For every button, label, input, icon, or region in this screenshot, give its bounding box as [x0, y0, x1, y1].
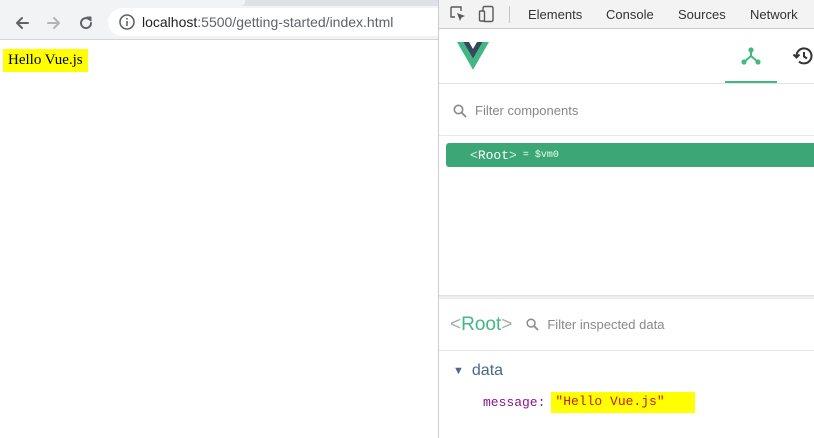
- info-icon[interactable]: [118, 13, 136, 31]
- search-icon: [526, 318, 540, 331]
- data-section-toggle[interactable]: ▼ data: [453, 362, 503, 380]
- component-name: Root: [477, 147, 510, 163]
- tab-elements[interactable]: Elements: [528, 7, 582, 22]
- tag-close-bracket: >: [509, 147, 517, 163]
- reload-button[interactable]: [73, 10, 99, 36]
- vue-logo-icon: [457, 42, 489, 70]
- toolbar-divider: [509, 6, 510, 23]
- back-arrow-icon: [16, 17, 29, 29]
- instance-label: = $vm0: [522, 149, 559, 161]
- data-section-label: data: [471, 362, 504, 379]
- devtools-panel: Elements Console Sources Network Filter …: [438, 0, 814, 438]
- address-bar[interactable]: localhost:5500/getting-started/index.htm…: [108, 8, 448, 36]
- reload-icon: [80, 16, 93, 30]
- url-path: :5500/getting-started/index.html: [197, 14, 394, 30]
- tree-item-root[interactable]: < Root > = $vm0: [446, 143, 814, 167]
- forward-button[interactable]: [41, 10, 67, 36]
- search-icon: [453, 104, 467, 118]
- url-host: localhost: [142, 14, 198, 30]
- page-content: Hello Vue.js: [0, 41, 438, 438]
- inspect-element-icon[interactable]: [449, 5, 467, 23]
- property-value[interactable]: "Hello Vue.js": [551, 392, 695, 413]
- data-property-row[interactable]: message : "Hello Vue.js": [483, 392, 695, 413]
- inspector-close-bracket: >: [501, 313, 513, 335]
- property-colon: :: [537, 395, 546, 410]
- history-icon[interactable]: [791, 44, 814, 68]
- tab-network[interactable]: Network: [750, 7, 798, 22]
- inspector-header: < Root > Filter inspected data: [439, 299, 814, 351]
- back-button[interactable]: [9, 10, 35, 36]
- property-key: message: [483, 395, 538, 410]
- data-section: ▼ data message : "Hello Vue.js": [439, 352, 814, 438]
- url-text: localhost:5500/getting-started/index.htm…: [142, 14, 393, 30]
- components-tree-icon: [741, 46, 761, 65]
- filter-components-placeholder: Filter components: [475, 103, 579, 118]
- inspector-component-name: Root: [461, 313, 502, 335]
- filter-components-field[interactable]: Filter components: [439, 86, 814, 136]
- inspector-open-bracket: <: [450, 313, 462, 335]
- vue-devtools-header: [439, 30, 814, 84]
- forward-arrow-icon: [47, 17, 60, 29]
- device-toolbar-icon[interactable]: [478, 5, 496, 23]
- component-tree: < Root > = $vm0: [439, 137, 814, 295]
- collapse-arrow-icon: ▼: [453, 365, 464, 377]
- devtools-toolbar: Elements Console Sources Network: [439, 0, 814, 29]
- page-text: Hello Vue.js: [3, 49, 88, 72]
- tag-open-bracket: <: [470, 147, 478, 163]
- tab-console[interactable]: Console: [606, 7, 654, 22]
- filter-inspected-data-input[interactable]: Filter inspected data: [547, 317, 664, 332]
- tab-sources[interactable]: Sources: [678, 7, 726, 22]
- browser-toolbar: localhost:5500/getting-started/index.htm…: [0, 6, 448, 40]
- tab-components[interactable]: [725, 30, 777, 83]
